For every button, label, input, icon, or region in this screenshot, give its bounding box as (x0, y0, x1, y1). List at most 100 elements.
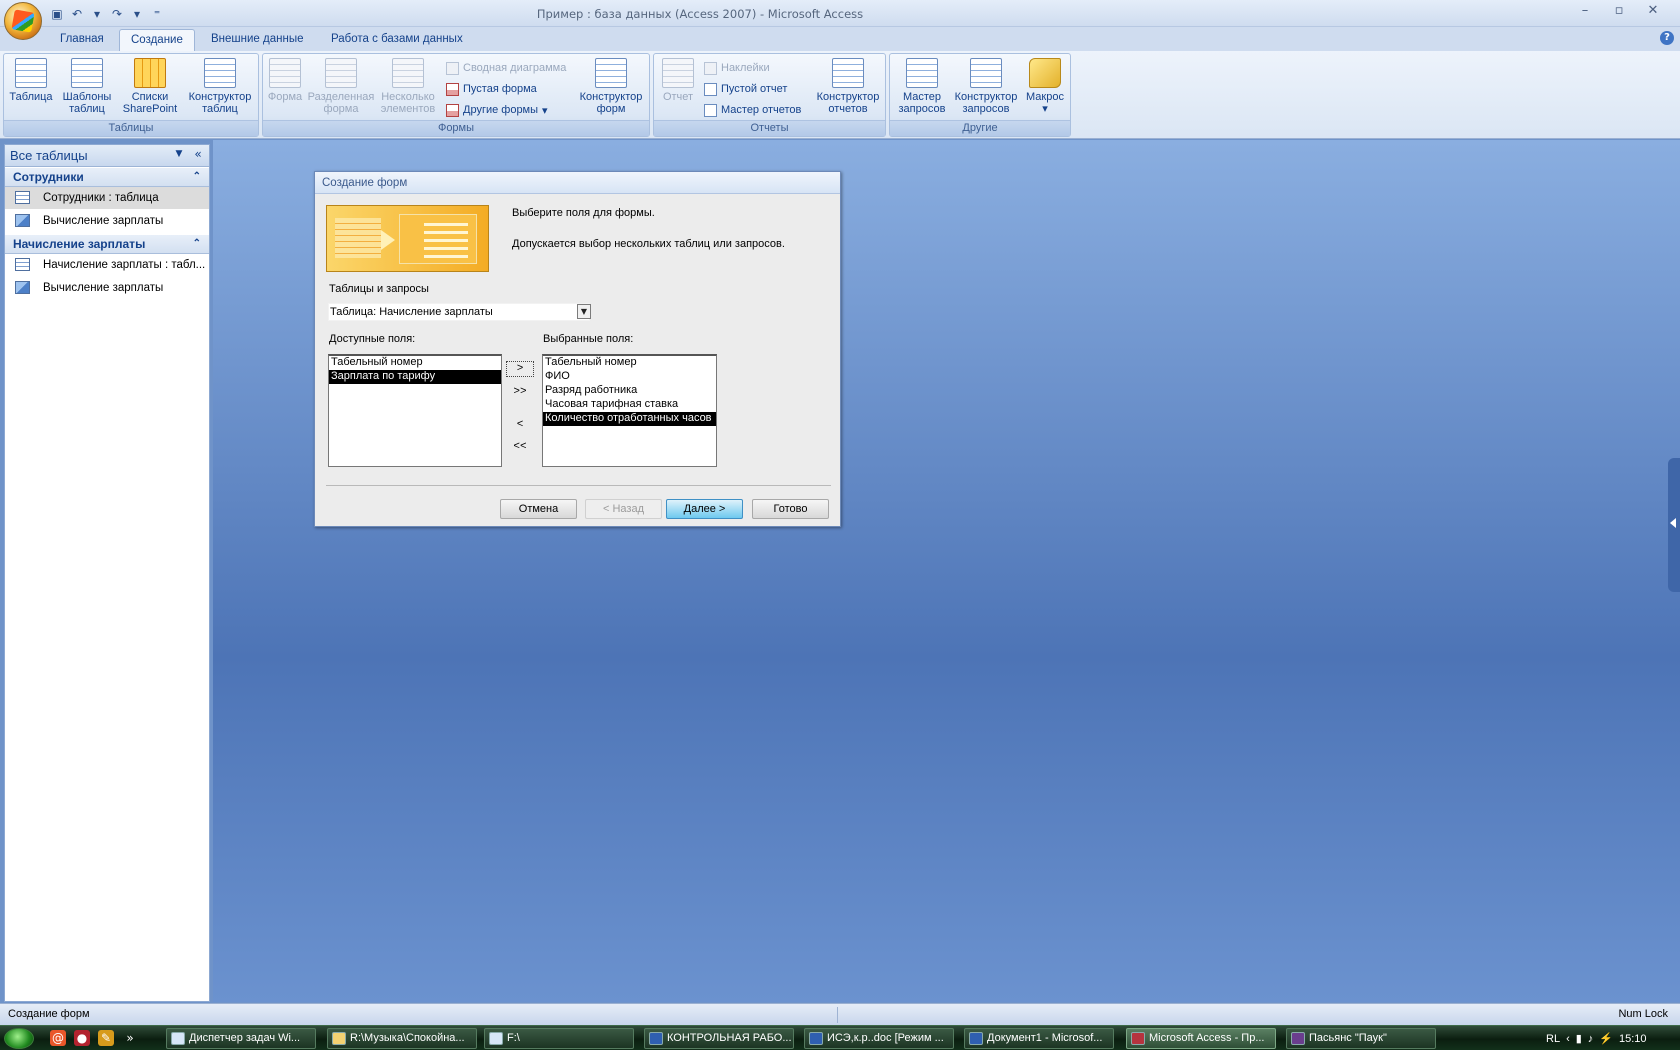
office-logo-icon (11, 9, 35, 33)
access-icon (1131, 1032, 1145, 1045)
blank-form-button[interactable]: Пустая форма (446, 80, 537, 98)
taskbar-item-word-ise[interactable]: ИСЭ,к.р..doc [Режим ... (804, 1028, 954, 1049)
taskbar-item-label: F:\ (507, 1032, 520, 1044)
word-icon (649, 1032, 663, 1045)
blank-report-label: Пустой отчет (721, 83, 788, 95)
tab-external-data[interactable]: Внешние данные (200, 29, 314, 51)
taskbar-item-access[interactable]: Microsoft Access - Пр... (1126, 1028, 1276, 1049)
tab-database-tools[interactable]: Работа с базами данных (320, 29, 474, 51)
drive-icon (489, 1032, 503, 1045)
nav-header[interactable]: Все таблицы ▼ « (5, 145, 209, 167)
blank-report-button[interactable]: Пустой отчет (704, 80, 787, 98)
taskbar-item-spider-solitaire[interactable]: Пасьянс "Паук" (1286, 1028, 1436, 1049)
nav-group-employees[interactable]: Сотрудники ⌃ (5, 168, 209, 187)
list-item[interactable]: Табельный номер (329, 356, 501, 370)
finish-button[interactable]: Готово (752, 499, 829, 519)
report-design-button[interactable]: Конструктор отчетов (812, 56, 884, 115)
minimize-button[interactable]: – (1568, 2, 1602, 22)
tray-device-icon[interactable]: ▮ (1576, 1032, 1582, 1045)
dialog-title: Создание форм (315, 172, 840, 194)
list-item[interactable]: Разряд работника (543, 384, 716, 398)
nav-item-label: Вычисление зарплаты (43, 215, 164, 227)
nav-group-payroll[interactable]: Начисление зарплаты ⌃ (5, 235, 209, 254)
pivot-chart-button[interactable]: Сводная диаграмма (446, 59, 566, 77)
taskbar-item-drive-f[interactable]: F:\ (484, 1028, 634, 1049)
chevron-up-icon[interactable]: ⌃ (193, 235, 201, 253)
selected-fields-list[interactable]: Табельный номер ФИО Разряд работника Час… (542, 354, 717, 467)
list-item[interactable]: Зарплата по тарифу (329, 370, 501, 384)
form-label: Форма (267, 91, 303, 103)
form-button[interactable]: Форма (265, 56, 305, 103)
query-wizard-button[interactable]: Мастер запросов (894, 56, 950, 115)
taskbar-item-word-control[interactable]: КОНТРОЛЬНАЯ РАБО... (644, 1028, 794, 1049)
nav-item-employees-table[interactable]: Сотрудники : таблица (5, 187, 209, 209)
add-field-button[interactable]: > (506, 361, 534, 377)
next-button[interactable]: Далее > (666, 499, 743, 519)
form-design-label: Конструктор форм (579, 91, 643, 115)
volume-icon[interactable]: ♪ (1588, 1033, 1594, 1045)
macro-button[interactable]: Макрос ▾ (1022, 56, 1068, 115)
media-icon[interactable]: ● (74, 1030, 90, 1046)
available-fields-list[interactable]: Табельный номер Зарплата по тарифу (328, 354, 502, 467)
more-forms-button[interactable]: Другие формы ▾ (446, 101, 548, 119)
app-icon[interactable]: ✎ (98, 1030, 114, 1046)
nav-collapse-icon[interactable]: « (191, 147, 205, 161)
power-icon[interactable]: ⚡ (1599, 1032, 1613, 1045)
table-templates-icon (71, 58, 103, 88)
remove-field-button[interactable]: < (506, 418, 534, 434)
nav-item-salary-calc[interactable]: Вычисление зарплаты (5, 210, 209, 232)
chevron-up-icon[interactable]: ⌃ (193, 168, 201, 186)
more-forms-label: Другие формы (463, 104, 539, 116)
side-panel-handle[interactable] (1668, 458, 1680, 592)
query-wizard-icon (906, 58, 938, 88)
list-item[interactable]: Табельный номер (543, 356, 716, 370)
maximize-button[interactable]: ▫ (1602, 2, 1636, 22)
chevron-down-icon: ▾ (542, 104, 548, 117)
tab-create[interactable]: Создание (119, 29, 195, 51)
chevron-down-icon[interactable]: ▼ (577, 304, 591, 319)
more-icon[interactable]: » (122, 1030, 138, 1046)
taskbar-item-label: Пасьянс "Паук" (1309, 1032, 1387, 1044)
browser-icon[interactable]: @ (50, 1030, 66, 1046)
ribbon-tabs: Главная Создание Внешние данные Работа с… (0, 27, 1680, 51)
table-templates-label: Шаблоны таблиц (62, 91, 112, 115)
ribbon: Таблица Шаблоны таблиц Списки SharePoint… (0, 51, 1680, 139)
form-design-button[interactable]: Конструктор форм (575, 56, 647, 115)
list-item[interactable]: Часовая тарифная ставка (543, 398, 716, 412)
table-design-button[interactable]: Конструктор таблиц (184, 56, 256, 115)
start-button[interactable] (4, 1028, 34, 1049)
cancel-button[interactable]: Отмена (500, 499, 577, 519)
nav-item-salary-calc-2[interactable]: Вычисление зарплаты (5, 277, 209, 299)
add-all-fields-button[interactable]: >> (506, 385, 534, 401)
group-tables-label: Таблицы (4, 120, 258, 136)
nav-item-payroll-table[interactable]: Начисление зарплаты : табл... (5, 254, 209, 276)
nav-dropdown-icon[interactable]: ▼ (173, 149, 185, 161)
table-button[interactable]: Таблица (8, 56, 54, 103)
multiple-items-button[interactable]: Несколько элементов (377, 56, 439, 115)
help-icon[interactable]: ? (1660, 31, 1674, 45)
tray-expand-icon[interactable]: ‹ (1566, 1033, 1570, 1045)
taskbar-item-word-document[interactable]: Документ1 - Microsof... (964, 1028, 1114, 1049)
query-design-icon (970, 58, 1002, 88)
report-wizard-button[interactable]: Мастер отчетов (704, 101, 801, 119)
tables-queries-combobox[interactable]: Таблица: Начисление зарплаты (328, 303, 590, 321)
clock[interactable]: 15:10 (1619, 1033, 1647, 1045)
split-form-button[interactable]: Разделенная форма (307, 56, 375, 115)
report-button[interactable]: Отчет (656, 56, 700, 103)
taskbar-item-music-folder[interactable]: R:\Музыка\Спокойна... (327, 1028, 477, 1049)
query-design-button[interactable]: Конструктор запросов (950, 56, 1022, 115)
back-button[interactable]: < Назад (585, 499, 662, 519)
close-button[interactable]: ✕ (1636, 2, 1670, 22)
sharepoint-lists-button[interactable]: Списки SharePoint (118, 56, 182, 115)
labels-button[interactable]: Наклейки (704, 59, 770, 77)
taskbar-item-task-manager[interactable]: Диспетчер задач Wi... (166, 1028, 316, 1049)
office-button[interactable] (4, 2, 42, 40)
split-form-icon (325, 58, 357, 88)
list-item[interactable]: ФИО (543, 370, 716, 384)
solitaire-icon (1291, 1032, 1305, 1045)
table-templates-button[interactable]: Шаблоны таблиц (56, 56, 118, 115)
list-item[interactable]: Количество отработанных часов (543, 412, 716, 426)
tab-home[interactable]: Главная (49, 29, 115, 51)
remove-all-fields-button[interactable]: << (506, 440, 534, 456)
language-indicator[interactable]: RL (1546, 1033, 1560, 1045)
